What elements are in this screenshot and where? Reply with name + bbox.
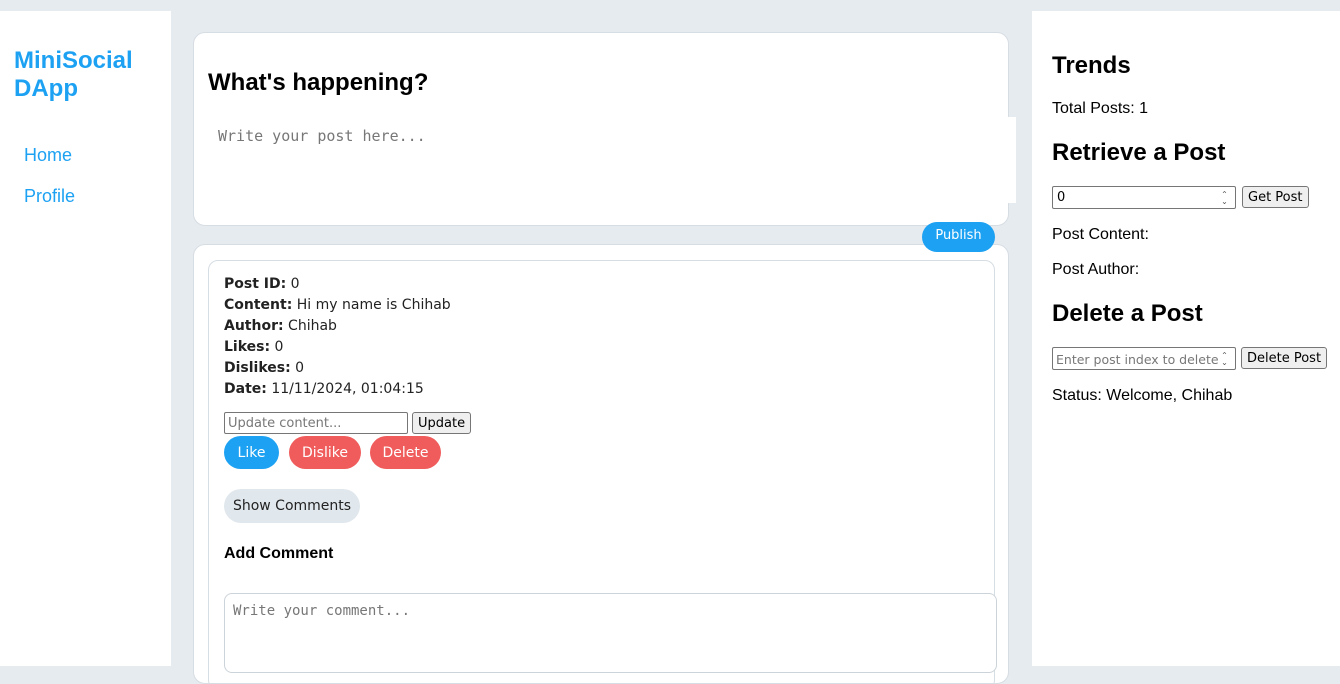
composer-title: What's happening? (208, 69, 429, 96)
post-likes-row: Likes: 0 (224, 339, 283, 356)
delete-index-placeholder: Enter post index to delete (1056, 352, 1219, 367)
post-date-value: 11/11/2024, 01:04:15 (271, 381, 424, 397)
dislike-button[interactable]: Dislike (289, 436, 361, 469)
publish-button[interactable]: Publish (922, 222, 995, 252)
post-id-label: Post ID: (224, 276, 287, 292)
like-button[interactable]: Like (224, 436, 279, 469)
post-likes-label: Likes: (224, 339, 271, 355)
update-button[interactable]: Update (412, 412, 472, 434)
delete-index-input[interactable]: Enter post index to delete ⌃ ⌄ (1052, 347, 1236, 370)
post-composer: What's happening? (193, 32, 1016, 226)
total-posts: Total Posts: 1 (1052, 100, 1149, 117)
delete-title: Delete a Post (1052, 300, 1203, 327)
post-date-label: Date: (224, 381, 267, 397)
post-dislikes-label: Dislikes: (224, 360, 291, 376)
update-content-input[interactable] (224, 412, 408, 434)
brand-logo: MiniSocial DApp (14, 47, 133, 102)
retrieve-index-input[interactable]: 0 ⌃ ⌄ (1052, 186, 1236, 209)
get-post-button[interactable]: Get Post (1242, 186, 1309, 208)
post-id-row: Post ID: 0 (224, 276, 300, 293)
post-author-row: Author: Chihab (224, 318, 337, 335)
post-id-value: 0 (290, 276, 300, 292)
post-content-row: Content: Hi my name is Chihab (224, 297, 451, 314)
post-date-row: Date: 11/11/2024, 01:04:15 (224, 381, 424, 398)
trends-panel: Trends Total Posts: 1 Retrieve a Post 0 … (1032, 11, 1340, 666)
trends-title: Trends (1052, 52, 1131, 79)
comment-textarea[interactable] (224, 593, 997, 673)
post-likes-value: 0 (274, 339, 284, 355)
post-dislikes-row: Dislikes: 0 (224, 360, 304, 377)
post-textarea[interactable] (208, 117, 1016, 203)
sidebar: MiniSocial DApp Home Profile (0, 11, 171, 666)
retrieve-index-value: 0 (1057, 190, 1066, 205)
retrieve-title: Retrieve a Post (1052, 139, 1226, 166)
post-content-label: Content: (224, 297, 293, 313)
status-text: Status: Welcome, Chihab (1052, 387, 1233, 404)
post-author-label: Author: (224, 318, 284, 334)
post-content-output: Post Content: (1052, 226, 1149, 243)
post-author-output: Post Author: (1052, 261, 1140, 278)
post-dislikes-value: 0 (295, 360, 305, 376)
delete-post-button[interactable]: Delete Post (1241, 347, 1328, 369)
post-content-value: Hi my name is Chihab (296, 297, 451, 313)
post-author-value: Chihab (288, 318, 337, 334)
add-comment-title: Add Comment (224, 545, 334, 562)
nav-profile-link[interactable]: Profile (24, 186, 75, 207)
spinner-icon[interactable]: ⌃ ⌄ (1217, 350, 1232, 367)
show-comments-button[interactable]: Show Comments (224, 489, 360, 523)
delete-button[interactable]: Delete (370, 436, 441, 469)
nav-home-link[interactable]: Home (24, 145, 72, 166)
spinner-icon[interactable]: ⌃ ⌄ (1217, 189, 1232, 206)
